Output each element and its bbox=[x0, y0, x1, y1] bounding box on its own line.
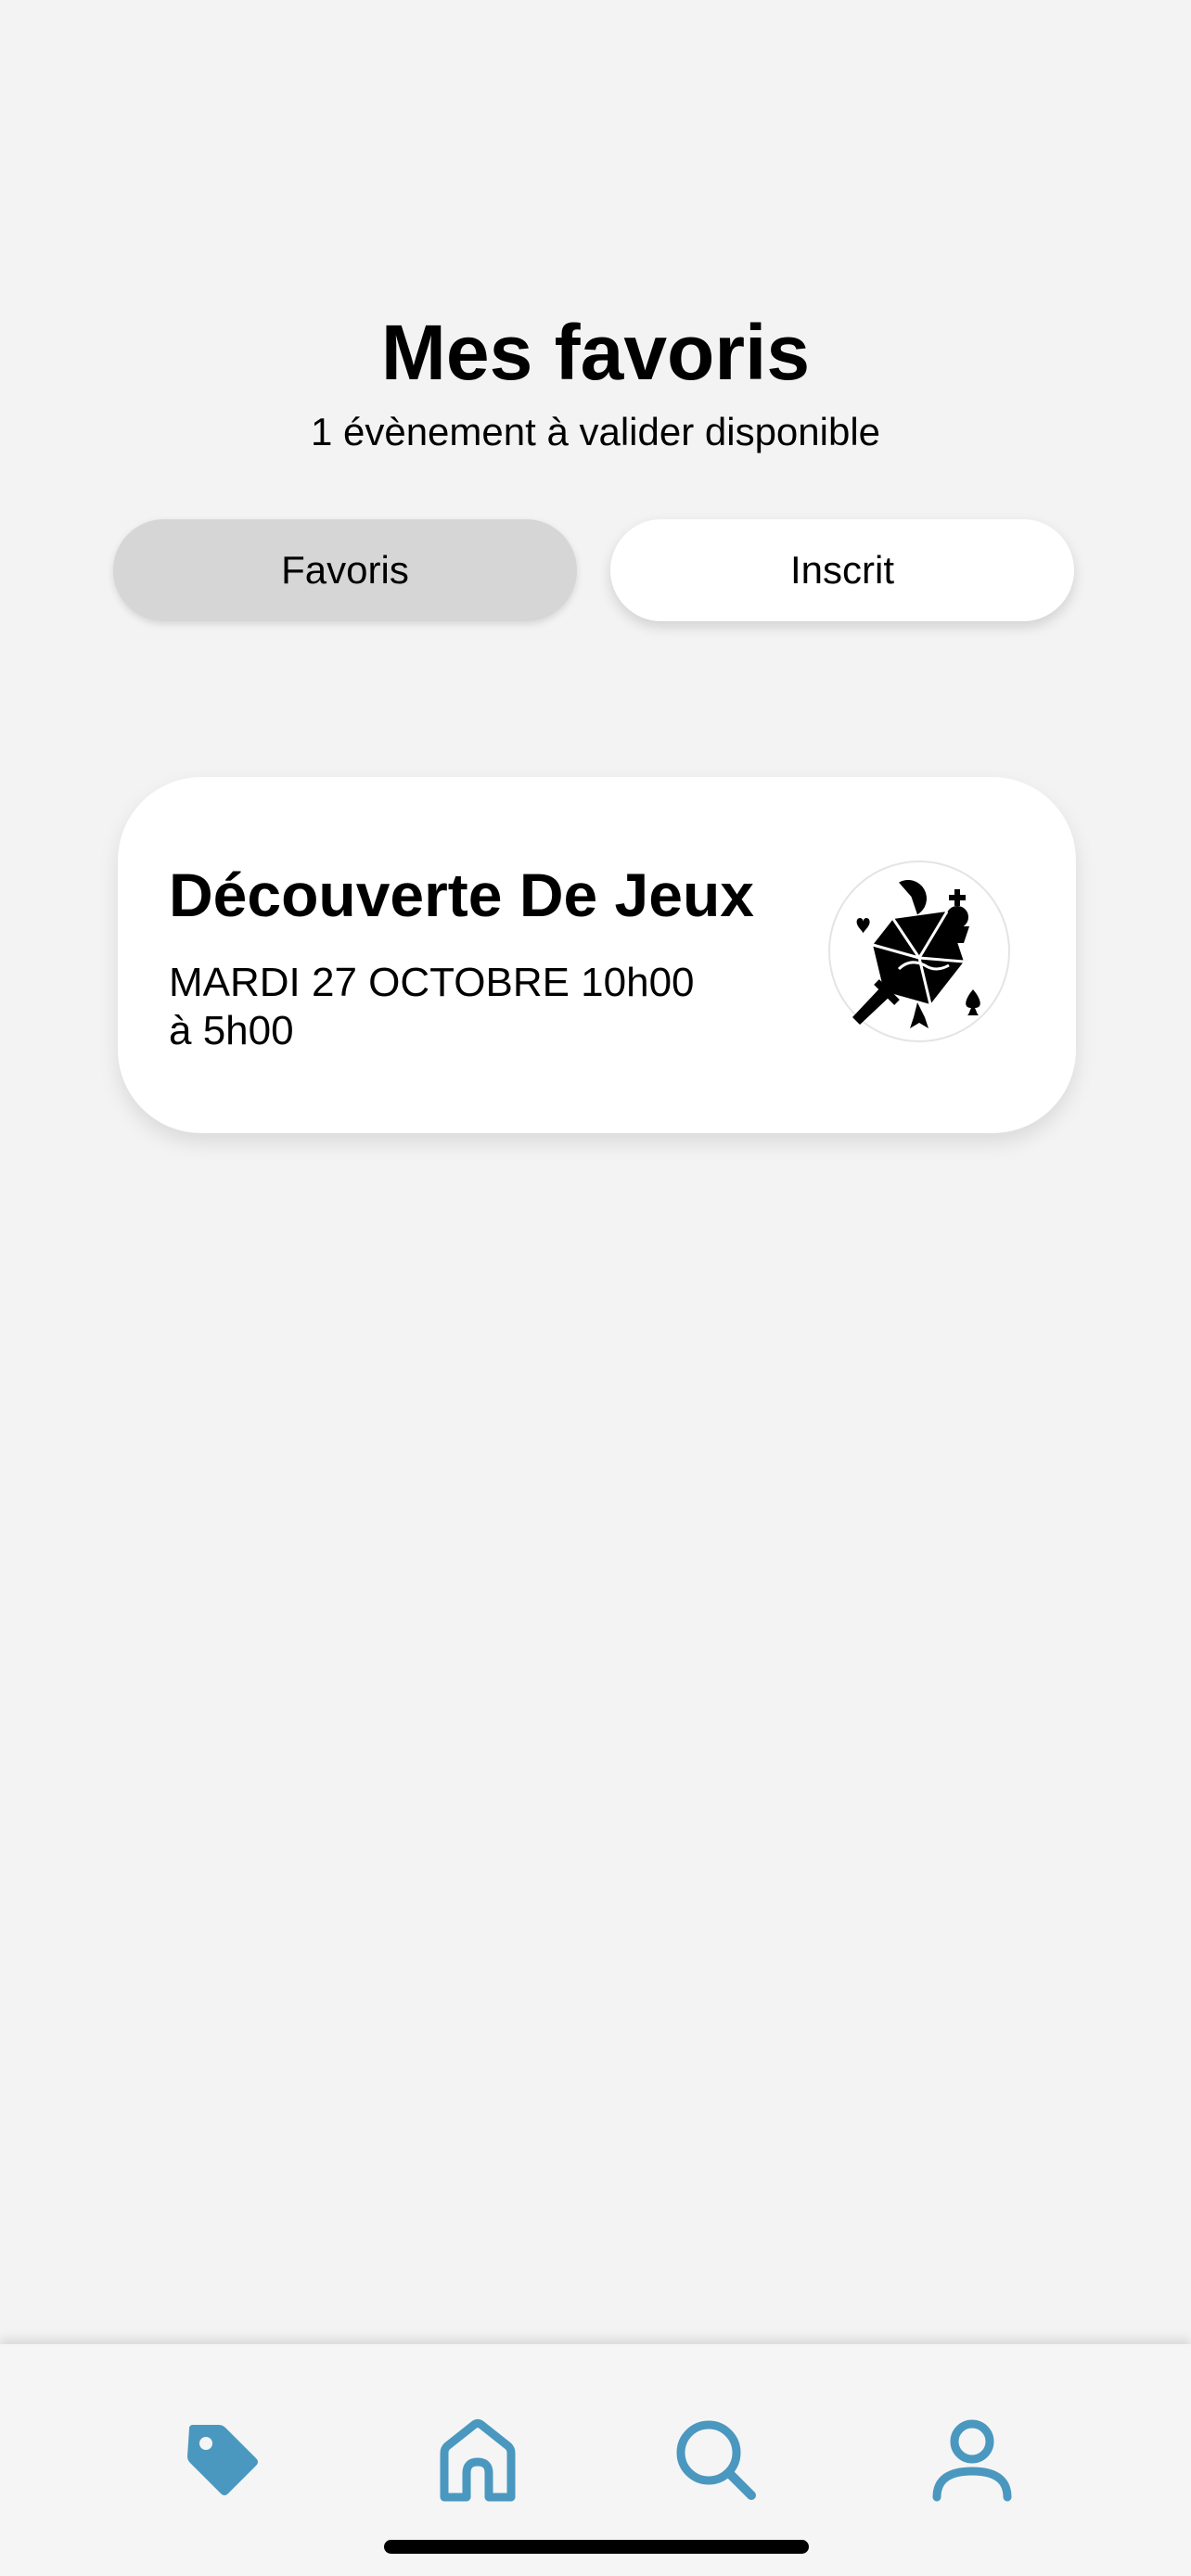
page-header: Mes favoris 1 évènement à valider dispon… bbox=[0, 306, 1191, 456]
tag-icon bbox=[182, 2419, 263, 2506]
nav-search-button[interactable] bbox=[665, 2411, 767, 2513]
page-subtitle: 1 évènement à valider disponible bbox=[310, 410, 881, 453]
page-title: Mes favoris bbox=[380, 309, 811, 396]
event-card[interactable]: Découverte De Jeux MARDI 27 OCTOBRE 10h0… bbox=[118, 777, 1076, 1133]
nav-home-button[interactable] bbox=[427, 2411, 529, 2513]
home-icon bbox=[437, 2417, 519, 2507]
search-icon bbox=[673, 2417, 759, 2507]
tab-bar: Favoris Inscrit bbox=[113, 519, 1074, 621]
nav-profile-button[interactable] bbox=[921, 2411, 1023, 2513]
game-logo-svg bbox=[852, 880, 980, 1028]
nav-tag-button[interactable] bbox=[172, 2411, 274, 2513]
user-icon bbox=[929, 2417, 1015, 2507]
event-date: MARDI 27 OCTOBRE 10h00 à 5h00 bbox=[169, 959, 744, 1055]
event-date-line1: MARDI 27 OCTOBRE 10h00 bbox=[169, 960, 695, 1005]
home-indicator bbox=[384, 2540, 809, 2554]
tab-inscrit[interactable]: Inscrit bbox=[610, 519, 1074, 621]
tab-favoris[interactable]: Favoris bbox=[113, 519, 577, 621]
event-date-line2: à 5h00 bbox=[169, 1008, 294, 1053]
game-logo-icon bbox=[828, 861, 1010, 1042]
event-title: Découverte De Jeux bbox=[169, 861, 754, 929]
